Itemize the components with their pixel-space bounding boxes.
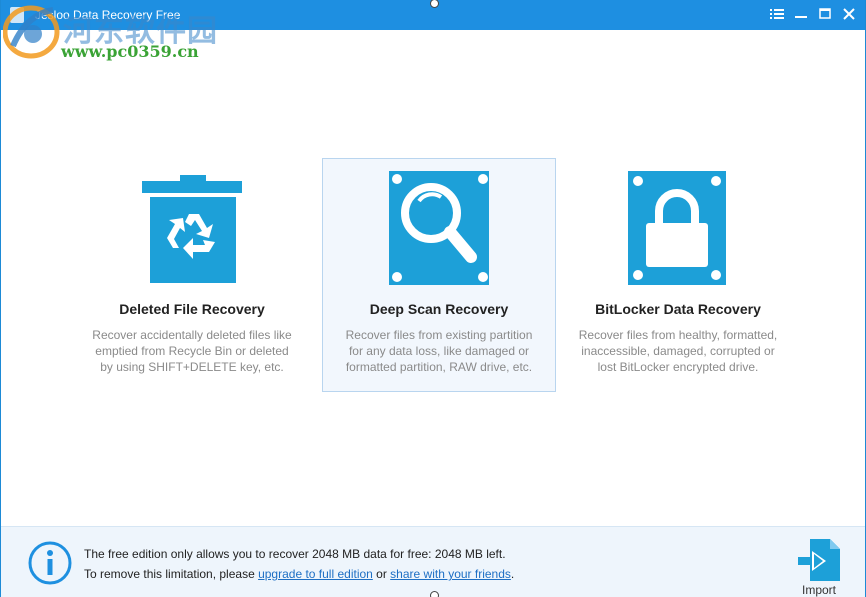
import-icon [798, 539, 840, 581]
resize-handle-bottom[interactable] [430, 591, 439, 597]
limit-notice-line1: The free edition only allows you to reco… [84, 547, 506, 561]
card-deep-scan-recovery[interactable]: Deep Scan Recovery Recover files from ex… [322, 158, 556, 392]
upgrade-link[interactable]: upgrade to full edition [258, 567, 373, 581]
recycle-bin-icon [142, 175, 242, 283]
lock-drive-icon [628, 171, 726, 285]
card-title: Deleted File Recovery [119, 301, 265, 317]
card-description: Recover files from existing partition fo… [345, 328, 533, 374]
limit-notice-line2: To remove this limitation, please upgrad… [84, 567, 515, 581]
menu-icon[interactable] [765, 4, 789, 24]
window-title: Jesloo Data Recovery Free [35, 8, 181, 22]
app-window: Jesloo Data Recovery Free 河东软件园 www.pc03… [0, 0, 866, 597]
magnifier-drive-icon [389, 171, 489, 285]
import-button[interactable]: Import [794, 537, 844, 597]
window-controls [765, 4, 861, 24]
limit-notice: The free edition only allows you to reco… [84, 544, 514, 584]
import-label: Import [801, 583, 836, 597]
card-title: Deep Scan Recovery [369, 301, 509, 317]
app-icon [10, 7, 24, 23]
card-deleted-file-recovery[interactable]: Deleted File Recovery Recover accidental… [75, 158, 309, 392]
card-description: Recover accidentally deleted files like … [92, 328, 292, 374]
recovery-modes: Deleted File Recovery Recover accidental… [1, 158, 865, 392]
maximize-icon[interactable] [813, 4, 837, 24]
share-link[interactable]: share with your friends [390, 567, 511, 581]
card-description: Recover files from healthy, formatted, i… [578, 328, 778, 374]
card-bitlocker-recovery[interactable]: BitLocker Data Recovery Recover files fr… [561, 158, 795, 392]
close-icon[interactable] [837, 4, 861, 24]
card-title: BitLocker Data Recovery [595, 301, 761, 317]
info-bar: The free edition only allows you to reco… [1, 526, 865, 597]
info-icon [28, 541, 72, 585]
minimize-icon[interactable] [789, 4, 813, 24]
watermark-url: www.pc0359.cn [61, 42, 199, 61]
